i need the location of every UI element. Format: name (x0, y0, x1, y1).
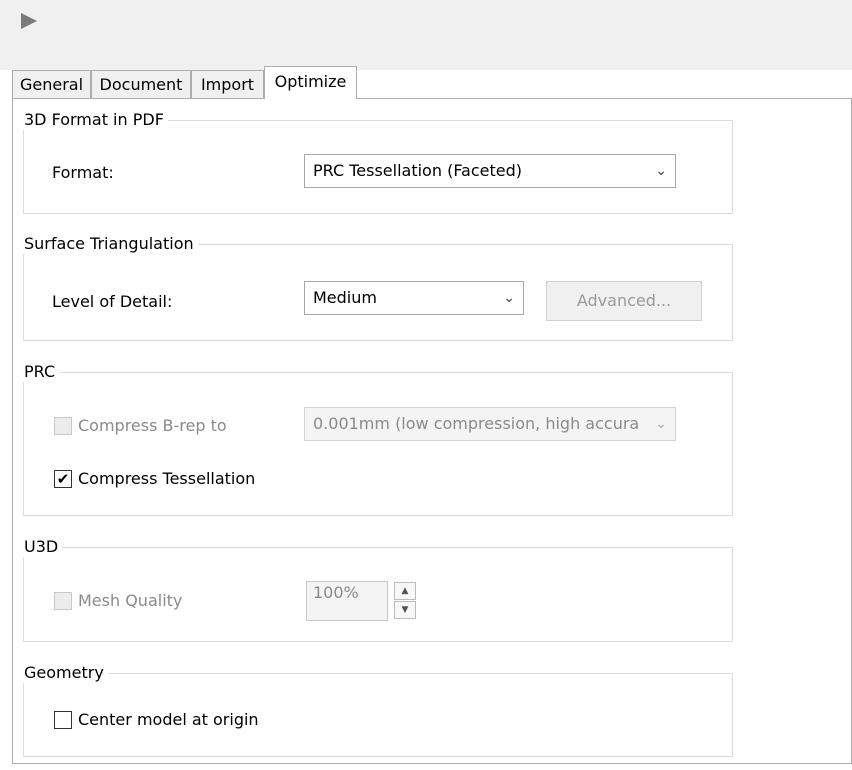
advanced-button-label: Advanced... (576, 291, 672, 310)
compress-brep-checkbox[interactable] (54, 417, 72, 435)
surface-group-legend: Surface Triangulation (22, 234, 198, 254)
u3d-group-legend: U3D (22, 537, 63, 557)
play-icon[interactable] (20, 12, 38, 34)
spin-down-icon: ▼ (401, 605, 409, 615)
compress-tessellation-checkbox[interactable]: ✔ (54, 470, 72, 488)
chevron-down-icon: ⌄ (503, 290, 515, 306)
format-select[interactable]: PRC Tessellation (Faceted) ⌄ (304, 154, 676, 188)
lod-label: Level of Detail: (52, 292, 173, 311)
spin-up-icon: ▲ (401, 586, 409, 596)
prc-group: PRC Compress B-rep to 0.001mm (low compr… (22, 362, 733, 516)
optimize-panel: 3D Format in PDF Format: PRC Tessellatio… (12, 98, 852, 764)
prc-group-legend: PRC (22, 362, 60, 382)
tab-import-label: Import (200, 75, 255, 94)
lod-select-value: Medium (313, 288, 377, 307)
geometry-group: Geometry Center model at origin (22, 663, 733, 757)
advanced-button[interactable]: Advanced... (546, 281, 702, 321)
format-group: 3D Format in PDF Format: PRC Tessellatio… (22, 110, 733, 214)
tab-optimize[interactable]: Optimize (264, 66, 357, 99)
mesh-quality-value: 100% (313, 583, 359, 602)
lod-select[interactable]: Medium ⌄ (304, 281, 524, 315)
compress-tessellation-label: Compress Tessellation (78, 469, 256, 488)
tab-general[interactable]: General (12, 70, 91, 98)
chevron-down-icon: ⌄ (655, 163, 667, 179)
compress-brep-select[interactable]: 0.001mm (low compression, high accura ⌄ (304, 407, 676, 441)
chevron-down-icon: ⌄ (655, 416, 667, 432)
surface-group: Surface Triangulation Level of Detail: M… (22, 234, 733, 341)
format-select-value: PRC Tessellation (Faceted) (313, 161, 523, 180)
tab-document-label: Document (99, 75, 183, 94)
spin-up-button[interactable]: ▲ (394, 582, 416, 600)
geometry-group-legend: Geometry (22, 663, 108, 683)
tab-import[interactable]: Import (191, 70, 264, 98)
u3d-group: U3D Mesh Quality 100% ▲ ▼ (22, 537, 733, 642)
tab-optimize-label: Optimize (274, 72, 347, 91)
mesh-quality-label: Mesh Quality (78, 591, 183, 610)
format-group-legend: 3D Format in PDF (22, 110, 168, 130)
mesh-quality-input[interactable]: 100% (306, 581, 388, 621)
compress-brep-select-value: 0.001mm (low compression, high accura (313, 414, 640, 433)
format-label: Format: (52, 163, 114, 182)
tab-general-label: General (19, 75, 84, 94)
center-model-label: Center model at origin (78, 710, 259, 729)
tab-document[interactable]: Document (91, 70, 191, 98)
mesh-quality-checkbox[interactable] (54, 592, 72, 610)
compress-brep-label: Compress B-rep to (78, 416, 227, 435)
check-mark-icon: ✔ (56, 470, 70, 488)
center-model-checkbox[interactable] (54, 711, 72, 729)
spin-down-button[interactable]: ▼ (394, 601, 416, 619)
toolbar (0, 0, 852, 70)
